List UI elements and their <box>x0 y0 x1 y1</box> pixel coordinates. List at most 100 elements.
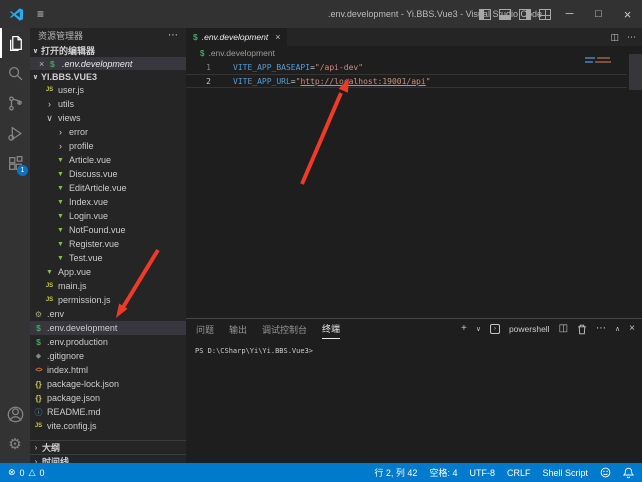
kill-terminal-icon[interactable] <box>577 324 587 335</box>
js-icon: JS <box>44 283 55 289</box>
new-terminal-icon[interactable]: + <box>461 324 467 334</box>
tab-label: .env.development <box>202 32 268 42</box>
breadcrumb[interactable]: $ .env.development <box>186 46 642 60</box>
tree-item-Test.vue[interactable]: ▼Test.vue <box>30 251 186 265</box>
tree-item-README.md[interactable]: ⓘREADME.md <box>30 405 186 419</box>
tree-item-.env.development[interactable]: $.env.development <box>30 321 186 335</box>
file-name: NotFound.vue <box>69 225 126 235</box>
feedback-icon[interactable] <box>600 467 611 478</box>
code-token: "/api-dev" <box>315 63 363 72</box>
code-line-1[interactable]: 1VITE_APP_BASEAPI="/api-dev" <box>186 60 627 74</box>
tree-item-package.json[interactable]: {}package.json <box>30 391 186 405</box>
tree-item-Index.vue[interactable]: ▼Index.vue <box>30 195 186 209</box>
tree-item-.env[interactable]: ⚙.env <box>30 307 186 321</box>
panel-tab-output[interactable]: 输出 <box>229 319 247 339</box>
terminal-profile-icon[interactable]: › <box>490 324 500 334</box>
vue-icon: ▼ <box>55 199 66 206</box>
file-name: vite.config.js <box>47 421 97 431</box>
minimize-button[interactable]: ─ <box>555 0 584 28</box>
tree-item-Article.vue[interactable]: ▼Article.vue <box>30 153 186 167</box>
panel-tab-terminal[interactable]: 终端 <box>322 319 340 339</box>
editor-scrollbar[interactable] <box>629 54 642 90</box>
git-icon: ◆ <box>33 352 44 360</box>
terminal-dropdown-icon[interactable]: ∨ <box>476 325 481 333</box>
tree-item-utils[interactable]: ›utils <box>30 97 186 111</box>
split-editor-icon[interactable]: ◫ <box>610 32 619 43</box>
tree-item-profile[interactable]: ›profile <box>30 139 186 153</box>
url-link[interactable]: http://localhost:19001/api <box>300 77 425 86</box>
customize-layout-icon[interactable] <box>539 9 551 20</box>
status-cursor-position[interactable]: 行 2, 列 42 <box>374 466 417 479</box>
warnings-icon[interactable]: △ <box>29 467 36 478</box>
project-section[interactable]: ∨ YI.BBS.VUE3 <box>30 70 186 83</box>
close-button[interactable]: × <box>613 0 642 28</box>
tree-item-.gitignore[interactable]: ◆.gitignore <box>30 349 186 363</box>
code-editor[interactable]: 1VITE_APP_BASEAPI="/api-dev"2VITE_APP_UR… <box>186 60 627 88</box>
tree-item-index.html[interactable]: <>index.html <box>30 363 186 377</box>
menu-icon[interactable]: ≡ <box>37 7 44 21</box>
warnings-count[interactable]: 0 <box>39 468 44 478</box>
close-editor-icon[interactable]: × <box>39 59 50 69</box>
editor-more-actions-icon[interactable]: ⋯ <box>627 32 636 43</box>
terminal-output[interactable]: PS D:\CSharp\Yi\Yi.BBS.Vue3> <box>186 339 642 355</box>
settings-gear-icon[interactable]: ⚙ <box>0 429 30 459</box>
tree-item-.env.production[interactable]: $.env.production <box>30 335 186 349</box>
shell-name-label[interactable]: powershell <box>509 324 550 334</box>
maximize-button[interactable]: □ <box>584 0 613 28</box>
json-icon: {} <box>33 394 44 403</box>
toggle-sidebar-icon[interactable] <box>479 9 491 20</box>
js-icon: JS <box>44 87 55 93</box>
shell-file-icon: $ <box>50 59 60 69</box>
extensions-icon[interactable]: 1 <box>0 148 30 178</box>
explorer-icon[interactable] <box>0 28 30 58</box>
close-tab-icon[interactable]: × <box>275 32 280 42</box>
sidebar-title: 资源管理器 <box>38 28 83 44</box>
chevron-right-icon: › <box>55 127 66 137</box>
tree-item-error[interactable]: ›error <box>30 125 186 139</box>
search-icon[interactable] <box>0 58 30 88</box>
sidebar-more-actions-icon[interactable]: ⋯ <box>168 28 178 44</box>
close-panel-icon[interactable]: × <box>629 324 635 334</box>
panel-tab-problems[interactable]: 问题 <box>196 319 214 339</box>
tree-item-permission.js[interactable]: JSpermission.js <box>30 293 186 307</box>
toggle-panel-icon[interactable] <box>499 9 511 20</box>
tree-item-package-lock.json[interactable]: {}package-lock.json <box>30 377 186 391</box>
tab-env-development[interactable]: $ .env.development × <box>186 28 287 46</box>
toggle-secondary-sidebar-icon[interactable] <box>519 9 531 20</box>
tree-item-Login.vue[interactable]: ▼Login.vue <box>30 209 186 223</box>
errors-count[interactable]: 0 <box>20 468 25 478</box>
tree-item-views[interactable]: ∨views <box>30 111 186 125</box>
open-editor-item[interactable]: × $ .env.development <box>30 57 186 70</box>
tree-item-user.js[interactable]: JSuser.js <box>30 83 186 97</box>
tree-item-App.vue[interactable]: ▼App.vue <box>30 265 186 279</box>
status-encoding[interactable]: UTF-8 <box>469 468 495 478</box>
account-icon[interactable] <box>0 399 30 429</box>
tree-item-Discuss.vue[interactable]: ▼Discuss.vue <box>30 167 186 181</box>
shell-icon: $ <box>33 323 44 333</box>
tree-item-Register.vue[interactable]: ▼Register.vue <box>30 237 186 251</box>
vue-icon: ▼ <box>55 241 66 248</box>
source-control-icon[interactable] <box>0 88 30 118</box>
status-indentation[interactable]: 空格: 4 <box>429 466 457 479</box>
split-terminal-icon[interactable]: ◫ <box>559 324 568 334</box>
tree-item-main.js[interactable]: JSmain.js <box>30 279 186 293</box>
run-debug-icon[interactable] <box>0 118 30 148</box>
tree-item-NotFound.vue[interactable]: ▼NotFound.vue <box>30 223 186 237</box>
notifications-bell-icon[interactable] <box>623 467 634 479</box>
status-language-mode[interactable]: Shell Script <box>542 468 588 478</box>
panel-more-actions-icon[interactable]: ⋯ <box>596 324 606 334</box>
maximize-panel-icon[interactable]: ∧ <box>615 325 620 333</box>
errors-icon[interactable]: ⊗ <box>8 467 16 478</box>
status-eol[interactable]: CRLF <box>507 468 531 478</box>
breadcrumb-label: .env.development <box>208 48 274 58</box>
code-line-2[interactable]: 2VITE_APP_URL="http://localhost:19001/ap… <box>186 74 627 88</box>
chevron-right-icon: › <box>30 443 42 452</box>
panel-tab-debug-console[interactable]: 调试控制台 <box>262 319 307 339</box>
open-editors-section[interactable]: ∨ 打开的编辑器 <box>30 44 186 57</box>
explorer-sidebar: 资源管理器 ⋯ ∨ 打开的编辑器 × $ .env.development ∨ … <box>30 28 186 463</box>
tree-item-EditArticle.vue[interactable]: ▼EditArticle.vue <box>30 181 186 195</box>
outline-section[interactable]: › 大纲 <box>30 440 186 454</box>
minimap[interactable] <box>585 57 623 65</box>
tree-item-vite.config.js[interactable]: JSvite.config.js <box>30 419 186 433</box>
code-token: VITE_APP_URL <box>233 77 291 86</box>
